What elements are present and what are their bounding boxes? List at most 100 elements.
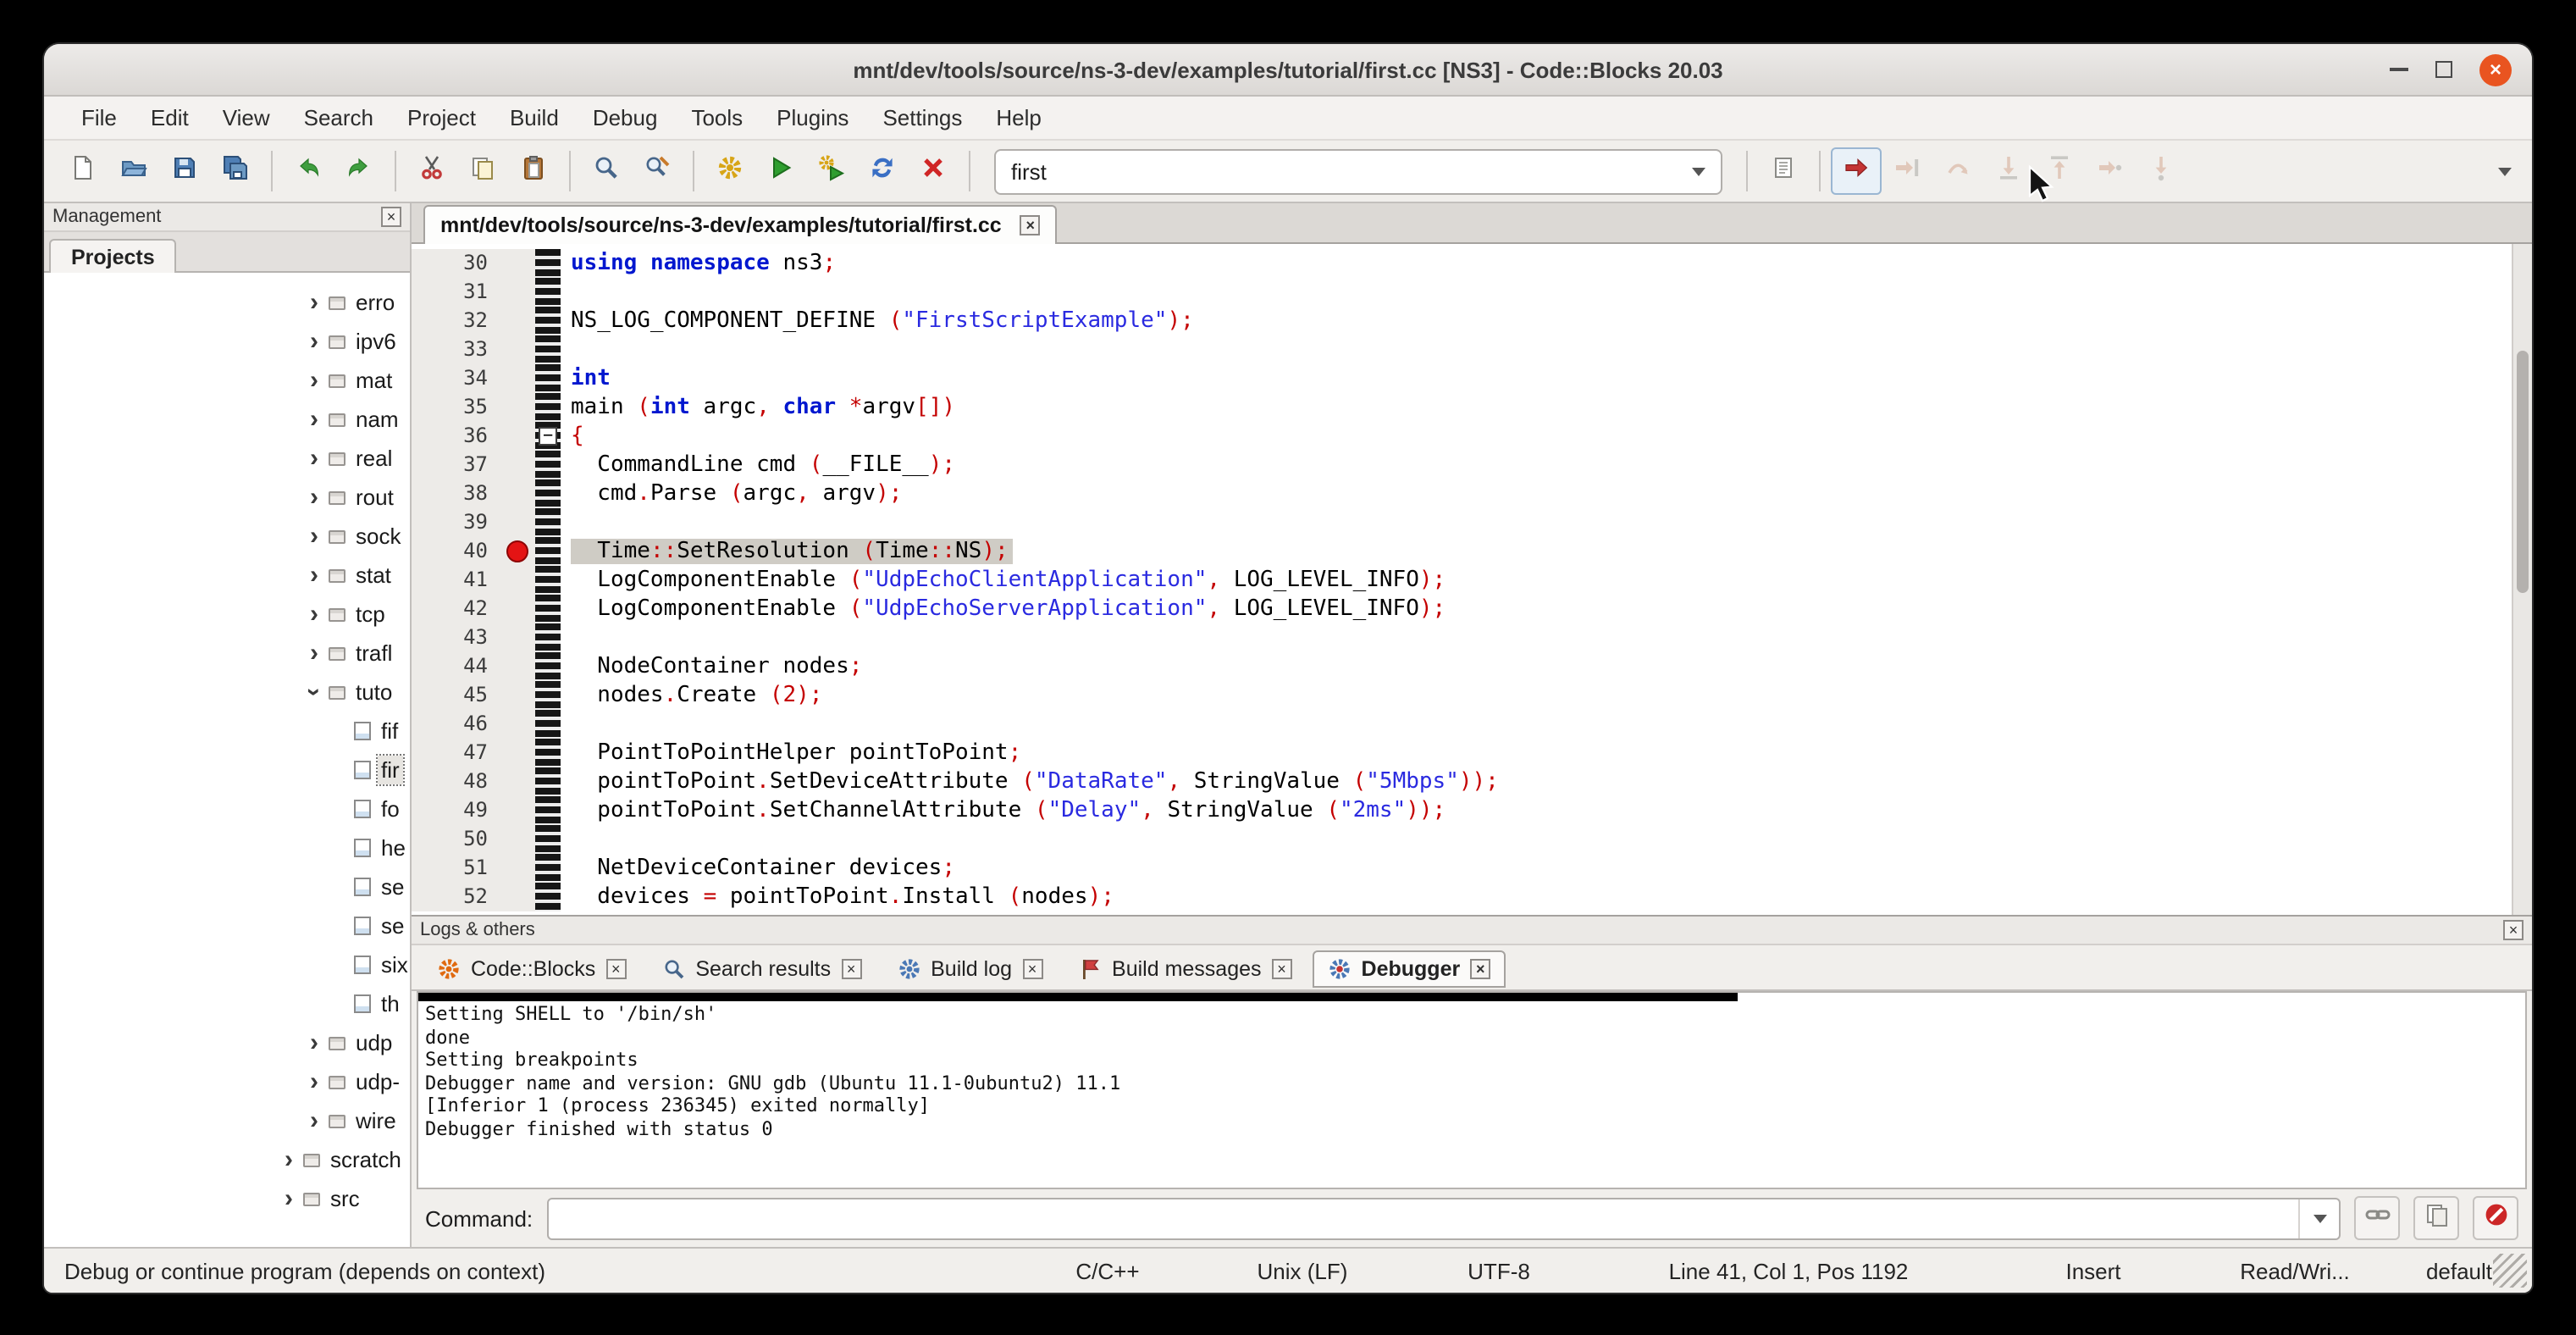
close-icon[interactable]: × — [1272, 959, 1292, 979]
next-line-button[interactable] — [1932, 147, 1983, 195]
code-text[interactable] — [561, 623, 571, 652]
step-out-button[interactable] — [2034, 147, 2085, 195]
expand-arrow-icon[interactable]: › — [303, 486, 325, 508]
code-text[interactable]: LogComponentEnable ("UdpEchoClientApplic… — [561, 566, 1446, 595]
menu-build[interactable]: Build — [493, 100, 576, 136]
breakpoint-margin[interactable] — [503, 739, 535, 767]
tree-item-tuto[interactable]: ›tuto — [44, 673, 410, 712]
line-number[interactable]: 44 — [412, 652, 503, 681]
minimize-icon[interactable] — [2390, 68, 2408, 71]
tab-projects[interactable]: Projects — [49, 239, 177, 273]
breakpoint-margin[interactable] — [503, 278, 535, 307]
line-number[interactable]: 46 — [412, 710, 503, 739]
close-icon[interactable]: × — [605, 959, 626, 979]
close-icon[interactable]: × — [381, 207, 401, 227]
breakpoint-margin[interactable] — [503, 767, 535, 796]
breakpoint-margin[interactable] — [503, 393, 535, 422]
line-number[interactable]: 38 — [412, 479, 503, 508]
rebuild-button[interactable] — [857, 147, 908, 195]
log-tab-code-blocks[interactable]: Code::Blocks× — [422, 950, 641, 988]
paste-button[interactable] — [508, 147, 559, 195]
menu-edit[interactable]: Edit — [134, 100, 206, 136]
menu-settings[interactable]: Settings — [865, 100, 979, 136]
open-file-button[interactable] — [108, 147, 159, 195]
expand-arrow-icon[interactable]: › — [303, 369, 325, 391]
command-input[interactable] — [546, 1197, 2341, 1239]
close-icon[interactable]: × — [1470, 959, 1490, 979]
expand-arrow-icon[interactable]: › — [303, 1032, 325, 1054]
expand-arrow-icon[interactable]: › — [303, 525, 325, 547]
chevron-down-icon[interactable] — [1692, 167, 1705, 175]
scrollbar-thumb[interactable] — [2517, 352, 2529, 593]
code-text[interactable]: pointToPoint.SetDeviceAttribute ("DataRa… — [561, 767, 1499, 796]
code-text[interactable]: LogComponentEnable ("UdpEchoServerApplic… — [561, 595, 1446, 623]
tree-item-erro[interactable]: ›erro — [44, 283, 410, 322]
next-instruction-button[interactable] — [2085, 147, 2136, 195]
tree-item-trafl[interactable]: ›trafl — [44, 634, 410, 673]
tree-item-fo[interactable]: fo — [44, 789, 410, 828]
line-number[interactable]: 39 — [412, 508, 503, 537]
cut-button[interactable] — [406, 147, 457, 195]
expand-arrow-icon[interactable]: › — [303, 1110, 325, 1132]
tree-item-sock[interactable]: ›sock — [44, 517, 410, 556]
expand-arrow-icon[interactable]: › — [278, 1149, 300, 1171]
breakpoint-margin[interactable] — [503, 825, 535, 854]
tree-item-stat[interactable]: ›stat — [44, 556, 410, 595]
new-file-button[interactable] — [58, 147, 108, 195]
code-text[interactable]: NodeContainer nodes; — [561, 652, 862, 681]
undo-button[interactable] — [283, 147, 334, 195]
breakpoint-margin[interactable] — [503, 537, 535, 566]
tree-item-se[interactable]: se — [44, 906, 410, 945]
redo-button[interactable] — [334, 147, 384, 195]
menu-file[interactable]: File — [64, 100, 134, 136]
find-button[interactable] — [581, 147, 632, 195]
run-button[interactable] — [755, 147, 806, 195]
menu-help[interactable]: Help — [979, 100, 1059, 136]
fold-collapse-icon[interactable]: − — [539, 427, 557, 446]
breakpoint-margin[interactable] — [503, 508, 535, 537]
tree-item-udp[interactable]: ›udp — [44, 1023, 410, 1062]
resize-grip[interactable] — [2493, 1254, 2527, 1288]
tree-item-scratch[interactable]: ›scratch — [44, 1140, 410, 1179]
breakpoint-icon[interactable] — [506, 540, 528, 562]
breakpoint-margin[interactable] — [503, 451, 535, 479]
line-number[interactable]: 48 — [412, 767, 503, 796]
tree-item-six[interactable]: six — [44, 945, 410, 984]
command-dropdown-button[interactable] — [2298, 1199, 2339, 1238]
tree-item-fif[interactable]: fif — [44, 712, 410, 751]
log-tab-debugger[interactable]: Debugger× — [1313, 950, 1506, 988]
tree-item-src[interactable]: ›src — [44, 1179, 410, 1218]
line-number[interactable]: 30 — [412, 249, 503, 278]
breakpoint-margin[interactable] — [503, 652, 535, 681]
breakpoint-margin[interactable] — [503, 422, 535, 451]
tree-item-se[interactable]: se — [44, 867, 410, 906]
line-number[interactable]: 43 — [412, 623, 503, 652]
code-text[interactable] — [561, 710, 571, 739]
debugger-log[interactable]: Setting SHELL to '/bin/sh'doneSetting br… — [417, 991, 2527, 1189]
replace-button[interactable] — [632, 147, 683, 195]
step-into-button[interactable] — [1983, 147, 2034, 195]
breakpoint-margin[interactable] — [503, 307, 535, 335]
line-number[interactable]: 42 — [412, 595, 503, 623]
line-number[interactable]: 37 — [412, 451, 503, 479]
log-tab-search-results[interactable]: Search results× — [646, 950, 876, 988]
code-text[interactable]: CommandLine cmd (__FILE__); — [561, 451, 955, 479]
collapse-arrow-icon[interactable]: › — [303, 681, 325, 703]
maximize-icon[interactable] — [2435, 61, 2452, 78]
code-text[interactable]: nodes.Create (2); — [561, 681, 822, 710]
menu-debug[interactable]: Debug — [576, 100, 675, 136]
expand-arrow-icon[interactable]: › — [303, 291, 325, 313]
code-text[interactable]: main (int argc, char *argv[]) — [561, 393, 955, 422]
tree-item-udp-[interactable]: ›udp- — [44, 1062, 410, 1101]
save-all-button[interactable] — [210, 147, 261, 195]
code-text[interactable]: cmd.Parse (argc, argv); — [561, 479, 902, 508]
run-to-cursor-button[interactable] — [1882, 147, 1932, 195]
symbols-button[interactable] — [1758, 147, 1809, 195]
line-number[interactable]: 50 — [412, 825, 503, 854]
toolbar-overflow-chevron-icon[interactable] — [2498, 167, 2512, 175]
stop-debugger-button[interactable] — [2473, 1196, 2518, 1240]
expand-arrow-icon[interactable]: › — [303, 330, 325, 352]
code-editor[interactable]: 30using namespace ns3;3132NS_LOG_COMPONE… — [412, 244, 2532, 915]
code-text[interactable]: int — [561, 364, 611, 393]
line-number[interactable]: 49 — [412, 796, 503, 825]
